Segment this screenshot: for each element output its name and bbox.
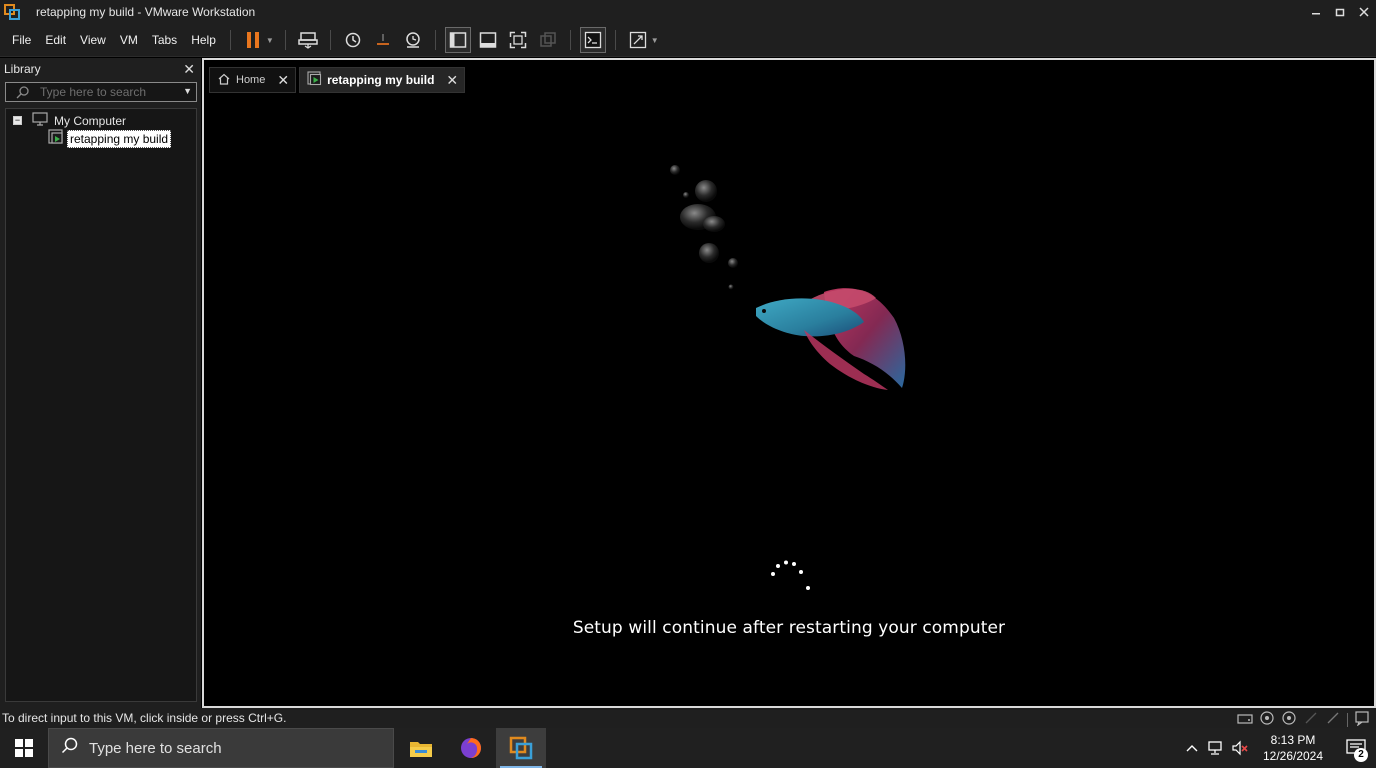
pause-dropdown-icon[interactable]: ▼ [266, 36, 274, 45]
vm-running-icon [48, 129, 64, 148]
window-title: retapping my build - VMware Workstation [36, 5, 256, 19]
window-controls [1304, 0, 1376, 24]
send-ctrl-alt-del-icon[interactable] [295, 27, 321, 53]
taskbar-search-placeholder: Type here to search [89, 739, 222, 757]
restore-icon[interactable] [1328, 0, 1352, 24]
toolbar-separator [569, 30, 571, 50]
tab-bar: Home ✕ retapping my build ✕ [209, 67, 468, 93]
status-message: To direct input to this VM, click inside… [2, 711, 287, 725]
usb-icon[interactable] [1303, 710, 1319, 729]
tree-item-label: retapping my build [67, 129, 172, 148]
tree-item-label: My Computer [54, 113, 127, 128]
tab-retapping-my-build[interactable]: retapping my build ✕ [299, 67, 466, 93]
close-tab-icon[interactable]: ✕ [277, 72, 289, 89]
toolbar-separator [284, 30, 286, 50]
notification-badge: 2 [1354, 748, 1368, 762]
stretch-guest-icon[interactable] [625, 27, 651, 53]
tree-item-vm[interactable]: retapping my build [48, 129, 172, 148]
show-hidden-icons-icon[interactable] [1180, 728, 1204, 768]
show-library-icon[interactable] [444, 27, 471, 53]
title-bar: retapping my build - VMware Workstation [0, 0, 1376, 24]
tab-label: Home [236, 74, 266, 86]
library-close-icon[interactable]: ✕ [183, 61, 195, 78]
hard-disk-icon[interactable] [1237, 711, 1253, 728]
vmware-workstation-icon[interactable] [496, 728, 546, 768]
separator [1347, 712, 1348, 727]
network-icon[interactable] [1325, 710, 1341, 729]
menu-edit[interactable]: Edit [38, 33, 73, 47]
cd-dvd-2-icon[interactable] [1281, 710, 1297, 729]
firefox-icon[interactable] [446, 728, 496, 768]
windows-logo-icon [15, 739, 33, 757]
status-bar: To direct input to this VM, click inside… [0, 708, 1376, 728]
library-header: Library ✕ [0, 58, 201, 80]
tree-item-my-computer[interactable]: − My Computer [13, 112, 126, 129]
start-button[interactable] [0, 728, 48, 768]
message-log-icon[interactable] [1354, 710, 1370, 729]
library-search-input[interactable] [6, 85, 166, 99]
toolbar-separator [329, 30, 331, 50]
tab-label: retapping my build [327, 73, 435, 87]
setup-status-message: Setup will continue after restarting you… [572, 618, 1006, 638]
pause-icon[interactable] [240, 27, 266, 53]
vmware-app-icon [4, 4, 20, 20]
search-icon [16, 85, 30, 102]
vm-running-icon [307, 71, 322, 89]
console-view-icon[interactable] [579, 27, 606, 53]
menu-toolbar: File Edit View VM Tabs Help ▼ ▼ [0, 24, 1376, 57]
device-status-icons [1237, 710, 1370, 729]
unity-icon[interactable] [535, 27, 561, 53]
library-search[interactable]: ▼ [5, 82, 197, 102]
menu-vm[interactable]: VM [113, 33, 145, 47]
revert-snapshot-icon[interactable] [370, 27, 396, 53]
clock-time: 8:13 PM [1270, 733, 1316, 747]
action-center-button[interactable]: 2 [1336, 728, 1376, 768]
library-panel: Library ✕ ▼ − My Computer retapping my b… [0, 58, 201, 708]
menu-view[interactable]: View [73, 33, 113, 47]
vm-display[interactable]: Setup will continue after restarting you… [204, 60, 1374, 706]
collapse-icon[interactable]: − [13, 116, 22, 125]
file-explorer-icon[interactable] [396, 728, 446, 768]
loading-spinner-icon [771, 560, 810, 590]
computer-icon [32, 112, 48, 129]
snapshot-manager-icon[interactable] [400, 27, 426, 53]
volume-muted-icon[interactable] [1228, 728, 1252, 768]
network-icon[interactable] [1204, 728, 1228, 768]
menu-help[interactable]: Help [184, 33, 223, 47]
thumbnail-bar-icon[interactable] [475, 27, 501, 53]
menu-file[interactable]: File [5, 33, 38, 47]
minimize-icon[interactable] [1304, 0, 1328, 24]
home-icon [217, 72, 231, 89]
clock-date: 12/26/2024 [1262, 749, 1324, 763]
toolbar-separator [614, 30, 616, 50]
tab-home[interactable]: Home ✕ [209, 67, 297, 93]
close-tab-icon[interactable]: ✕ [446, 72, 458, 89]
chevron-down-icon[interactable]: ▼ [183, 86, 192, 96]
toolbar-separator [434, 30, 436, 50]
windows-taskbar: Type here to search 8:13 PM 12/26/2024 2 [0, 728, 1376, 768]
betta-fish-image [670, 165, 906, 390]
taskbar-search-box[interactable]: Type here to search [48, 728, 394, 768]
cd-dvd-icon[interactable] [1259, 710, 1275, 729]
snapshot-icon[interactable] [340, 27, 366, 53]
library-tree: − My Computer retapping my build [5, 108, 197, 702]
taskbar-clock[interactable]: 8:13 PM 12/26/2024 [1258, 732, 1328, 764]
toolbar-separator [229, 30, 231, 50]
full-screen-icon[interactable] [505, 27, 531, 53]
menu-tabs[interactable]: Tabs [145, 33, 184, 47]
close-icon[interactable] [1352, 0, 1376, 24]
library-title: Library [4, 62, 41, 76]
search-icon [61, 737, 79, 759]
stretch-dropdown-icon[interactable]: ▼ [651, 36, 659, 45]
vm-console[interactable]: Setup will continue after restarting you… [202, 58, 1376, 708]
system-tray: 8:13 PM 12/26/2024 2 [1180, 728, 1376, 768]
